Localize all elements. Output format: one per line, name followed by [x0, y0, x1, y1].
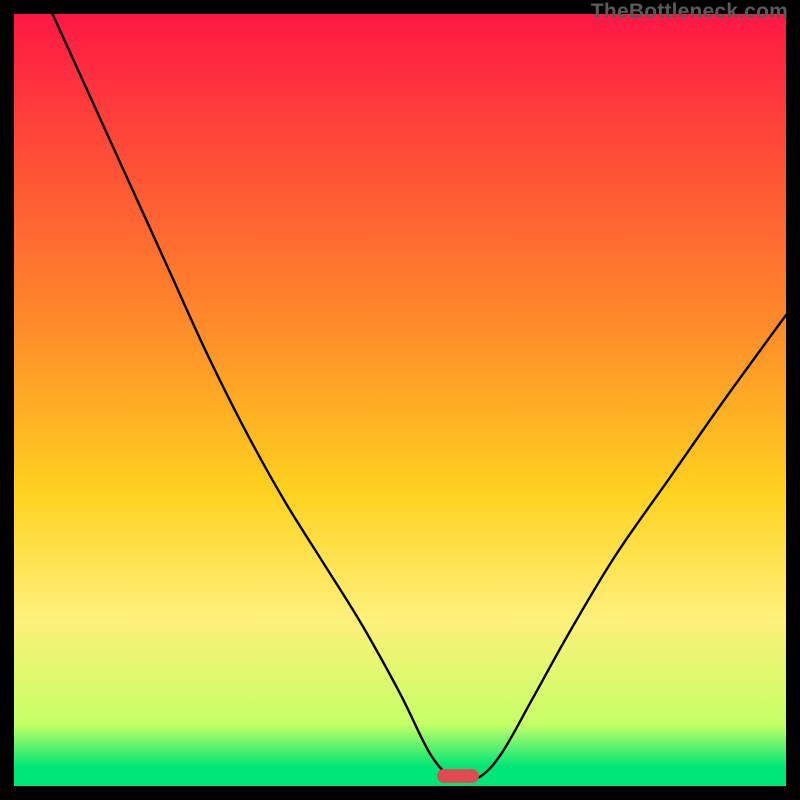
plot-area — [14, 14, 786, 786]
bottleneck-curve — [14, 14, 786, 786]
chart-frame: TheBottleneck.com — [0, 0, 800, 800]
watermark-text: TheBottleneck.com — [591, 0, 788, 24]
optimal-marker — [437, 769, 479, 783]
